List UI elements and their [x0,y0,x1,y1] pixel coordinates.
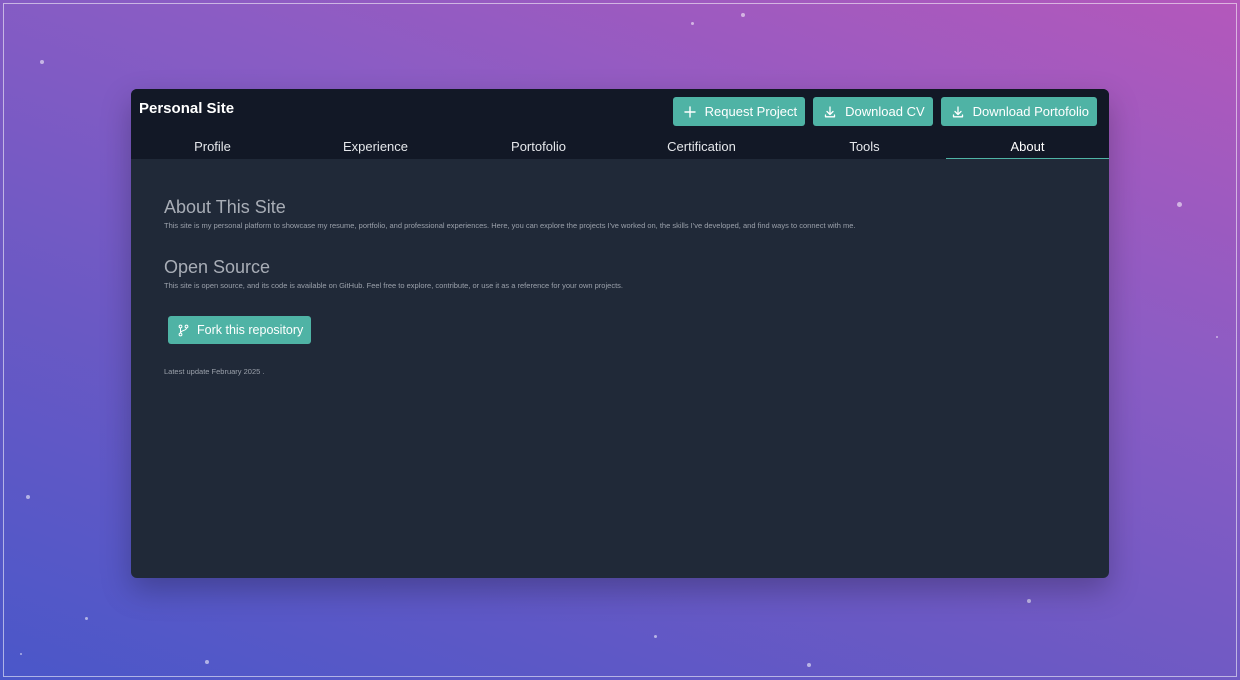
background-star [1216,336,1218,338]
app-header: Personal Site Request Project Download C… [131,89,1109,159]
open-source-text: This site is open source, and its code i… [164,281,623,290]
site-title: Personal Site [139,100,235,117]
request-project-label: Request Project [704,104,798,119]
download-portofolio-button[interactable]: Download Portofolio [940,97,1097,126]
background-star [26,495,30,499]
background-star [807,663,811,667]
tab-about[interactable]: About [946,137,1109,159]
open-source-heading: Open Source [164,257,271,277]
nav-tabs: Profile Experience Portofolio Certificat… [131,137,1109,159]
about-text: This site is my personal platform to sho… [164,221,856,230]
about-content: About This Site This site is my personal… [131,159,1109,414]
app-window: Personal Site Request Project Download C… [131,89,1109,578]
download-cv-label: Download CV [845,104,925,119]
tab-portofolio[interactable]: Portofolio [457,137,620,159]
download-portofolio-label: Download Portofolio [972,104,1089,119]
background-star [741,13,745,17]
tab-experience[interactable]: Experience [294,137,457,159]
tab-certification[interactable]: Certification [620,137,783,159]
background-star [691,22,694,25]
fork-repository-button[interactable]: Fork this repository [168,316,312,344]
fork-repository-label: Fork this repository [197,323,304,337]
background-star [40,60,44,64]
download-icon [823,105,837,119]
background-star [85,617,88,620]
download-cv-button[interactable]: Download CV [813,97,933,126]
background-star [1027,599,1031,603]
about-heading: About This Site [164,197,286,217]
background-star [205,660,209,664]
header-actions: Request Project Download CV Download Por… [672,97,1097,126]
tab-profile[interactable]: Profile [131,137,294,159]
background-star [20,653,22,655]
download-icon [951,105,965,119]
tab-tools[interactable]: Tools [783,137,946,159]
background-star [654,635,657,638]
latest-update-text: Latest update February 2025 . [164,367,265,376]
background-star [1177,202,1182,207]
git-branch-icon [177,324,190,337]
plus-icon [683,105,697,119]
request-project-button[interactable]: Request Project [672,97,806,126]
